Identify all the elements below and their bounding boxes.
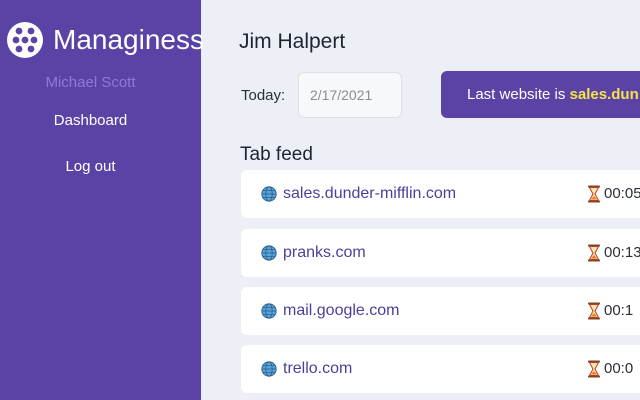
site-link[interactable]: mail.google.com bbox=[283, 301, 400, 321]
last-website-banner: Last website is sales.dun bbox=[441, 71, 640, 118]
feed-row: sales.dunder-mifflin.com 00:05 bbox=[241, 170, 640, 218]
feed-row: mail.google.com 00:1 bbox=[241, 287, 640, 335]
page-title: Jim Halpert bbox=[239, 30, 346, 53]
hourglass-icon bbox=[588, 185, 600, 203]
today-label: Today: bbox=[241, 87, 286, 104]
hourglass-icon bbox=[588, 360, 600, 378]
date-input[interactable]: 2/17/2021 bbox=[298, 72, 402, 118]
banner-site: sales.dun bbox=[569, 86, 639, 103]
duration: 00:1 bbox=[604, 302, 634, 319]
globe-icon bbox=[261, 303, 277, 319]
duration: 00:05 bbox=[604, 185, 640, 202]
banner-prefix: Last website is bbox=[467, 86, 570, 103]
site-link[interactable]: trello.com bbox=[283, 359, 352, 379]
globe-icon bbox=[261, 186, 277, 202]
feed-title: Tab feed bbox=[240, 144, 313, 165]
nav-logout[interactable]: Log out bbox=[0, 157, 181, 177]
site-link[interactable]: sales.dunder-mifflin.com bbox=[283, 184, 456, 204]
feed-row: pranks.com 00:13 bbox=[241, 229, 640, 277]
hourglass-icon bbox=[588, 302, 600, 320]
logo-icon bbox=[7, 22, 43, 58]
site-link[interactable]: pranks.com bbox=[283, 243, 366, 263]
globe-icon bbox=[261, 361, 277, 377]
nav-dashboard[interactable]: Dashboard bbox=[0, 111, 181, 131]
feed-row: trello.com 00:0 bbox=[241, 345, 640, 393]
user-name: Michael Scott bbox=[45, 74, 136, 91]
app-title: Managiness bbox=[53, 24, 204, 55]
sidebar: Managiness Michael Scott Dashboard Log o… bbox=[0, 0, 204, 400]
duration: 00:13 bbox=[604, 244, 640, 261]
hourglass-icon bbox=[588, 244, 600, 262]
duration: 00:0 bbox=[604, 360, 634, 377]
globe-icon bbox=[261, 245, 277, 261]
